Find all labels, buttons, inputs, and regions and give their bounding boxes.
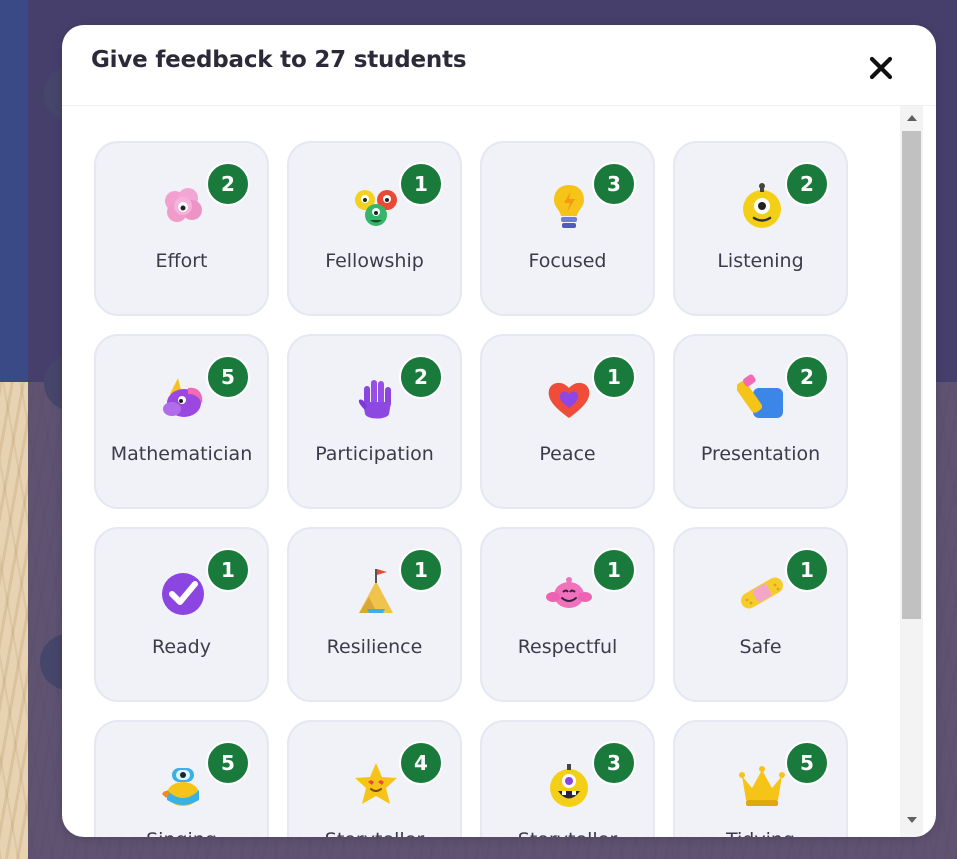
feedback-count-badge: 2 xyxy=(785,162,829,206)
feedback-count-badge: 1 xyxy=(399,548,443,592)
skill-card[interactable]: 1 Safe xyxy=(673,527,848,702)
skill-label: Presentation xyxy=(700,443,821,465)
unicorn-icon xyxy=(163,378,203,417)
yellow-monster-icon xyxy=(550,764,588,807)
skills-scroll-area[interactable]: 2 Effort 1 Fellowship 3 Focused 2 Listen… xyxy=(62,106,936,837)
skill-card[interactable]: 2 Presentation xyxy=(673,334,848,509)
skill-label: Fellowship xyxy=(325,250,424,272)
feedback-count-badge: 2 xyxy=(399,355,443,399)
close-button[interactable] xyxy=(862,49,900,87)
skill-card[interactable]: 4 Storyteller xyxy=(287,720,462,837)
caret-up-icon xyxy=(906,115,917,121)
skill-card[interactable]: 1 Fellowship xyxy=(287,141,462,316)
mountain-flag-icon xyxy=(359,569,393,613)
skill-card[interactable]: 5 Mathematician xyxy=(94,334,269,509)
feedback-count-badge: 5 xyxy=(785,741,829,785)
skill-label: Safe xyxy=(739,636,782,658)
feedback-count-badge: 1 xyxy=(399,162,443,206)
raised-hand-icon xyxy=(358,380,391,419)
crown-icon xyxy=(739,766,785,806)
feedback-modal: Give feedback to 27 students 2 Effort 1 … xyxy=(62,25,936,837)
lightbulb-icon xyxy=(554,185,584,228)
skill-label: Participation xyxy=(315,443,434,465)
vertical-scrollbar[interactable] xyxy=(900,106,923,837)
feedback-count-badge: 1 xyxy=(592,548,636,592)
skill-card[interactable]: 3 Storyteller xyxy=(480,720,655,837)
monster-group-icon xyxy=(355,190,397,226)
feedback-count-badge: 1 xyxy=(592,355,636,399)
pink-monster-icon xyxy=(546,577,592,608)
skill-label: Focused xyxy=(528,250,607,272)
skill-label: Ready xyxy=(152,636,211,658)
modal-title: Give feedback to 27 students xyxy=(91,47,467,73)
modal-header: Give feedback to 27 students xyxy=(62,25,936,106)
feedback-count-badge: 1 xyxy=(206,548,250,592)
skill-card[interactable]: 1 Resilience xyxy=(287,527,462,702)
skill-card[interactable]: 5 Tidying xyxy=(673,720,848,837)
skills-grid: 2 Effort 1 Fellowship 3 Focused 2 Listen… xyxy=(94,141,848,837)
feedback-count-badge: 3 xyxy=(592,162,636,206)
skill-label: Mathematician xyxy=(110,443,253,465)
skill-label: Listening xyxy=(717,250,804,272)
marker-icon xyxy=(737,374,783,418)
feedback-count-badge: 5 xyxy=(206,741,250,785)
skill-label: Storyteller xyxy=(490,829,645,837)
skill-label: Effort xyxy=(155,250,208,272)
skill-card[interactable]: 3 Focused xyxy=(480,141,655,316)
skill-card[interactable]: 1 Peace xyxy=(480,334,655,509)
scroll-down-button[interactable] xyxy=(900,810,923,830)
feedback-count-badge: 2 xyxy=(785,355,829,399)
feedback-count-badge: 2 xyxy=(206,162,250,206)
scrollbar-thumb[interactable] xyxy=(902,131,921,619)
skill-label: Resilience xyxy=(326,636,423,658)
one-eyed-monster-icon xyxy=(743,183,781,228)
skill-label: Peace xyxy=(539,443,596,465)
skill-label: Storyteller xyxy=(297,829,452,837)
skill-card[interactable]: 2 Effort xyxy=(94,141,269,316)
skill-card[interactable]: 1 Ready xyxy=(94,527,269,702)
feedback-count-badge: 1 xyxy=(785,548,829,592)
skill-label: Respectful xyxy=(517,636,618,658)
skill-label: Singing xyxy=(104,829,259,837)
skill-label: Tidying xyxy=(683,829,838,837)
skill-card[interactable]: 1 Respectful xyxy=(480,527,655,702)
caret-down-icon xyxy=(906,817,917,823)
diver-monster-icon xyxy=(162,768,199,806)
bandage-icon xyxy=(741,577,783,609)
feedback-count-badge: 5 xyxy=(206,355,250,399)
feedback-count-badge: 4 xyxy=(399,741,443,785)
skill-card[interactable]: 2 Listening xyxy=(673,141,848,316)
skill-card[interactable]: 2 Participation xyxy=(287,334,462,509)
close-icon xyxy=(869,56,893,80)
star-icon xyxy=(355,763,397,804)
skill-card[interactable]: 5 Singing xyxy=(94,720,269,837)
check-circle-icon xyxy=(162,573,204,615)
brain-icon xyxy=(165,188,202,222)
feedback-count-badge: 3 xyxy=(592,741,636,785)
scroll-up-button[interactable] xyxy=(900,108,923,128)
heart-icon xyxy=(548,382,590,418)
